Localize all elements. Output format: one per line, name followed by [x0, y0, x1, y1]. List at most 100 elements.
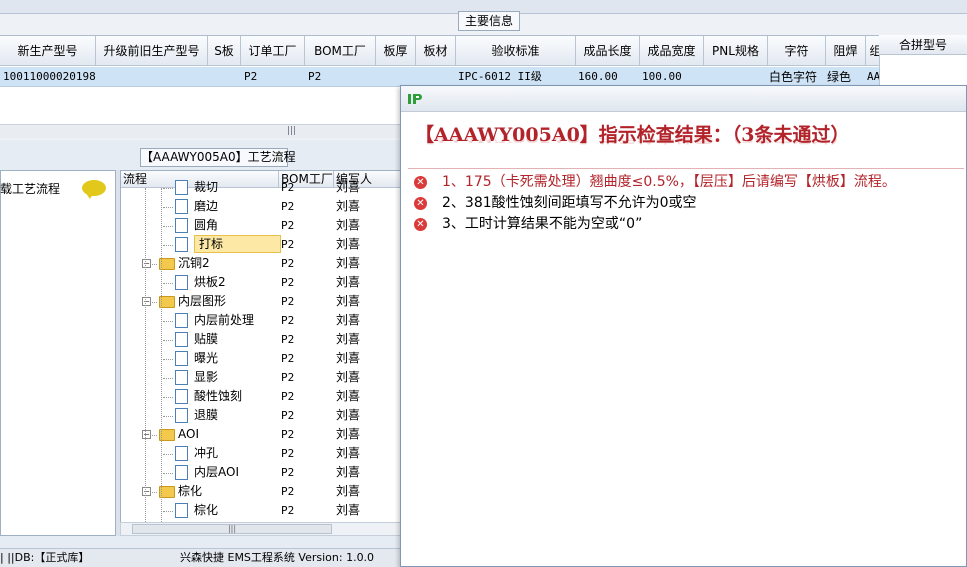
scroll-grip-icon[interactable]: |||	[287, 126, 296, 136]
document-icon	[175, 389, 188, 404]
tree-row-author: 刘喜	[336, 256, 361, 270]
tree-row-bom: P2	[281, 485, 295, 498]
dialog-titlebar[interactable]	[401, 86, 966, 112]
col-header-acceptance[interactable]: 验收标准	[456, 36, 576, 66]
col-header-thickness[interactable]: 板厚	[376, 36, 416, 66]
tree-row[interactable]: − AOI P2 刘喜	[121, 425, 409, 444]
tree-row[interactable]: − 沉铜2 P2 刘喜	[121, 254, 409, 273]
tree-row-author: 刘喜	[336, 446, 361, 460]
tree-connector	[163, 340, 173, 341]
tree-row[interactable]: 冲孔 P2 刘喜	[121, 444, 409, 463]
tree-row-label: 磨边	[194, 199, 219, 213]
tree-row-bom: P2	[281, 409, 295, 422]
col-header-width[interactable]: 成品宽度	[640, 36, 704, 66]
tree-row[interactable]: 裁切 P2 刘喜	[121, 178, 409, 197]
col-header-order-factory[interactable]: 订单工厂	[241, 36, 305, 66]
tree-row[interactable]: 贴膜 P2 刘喜	[121, 330, 409, 349]
collapse-toggle-icon[interactable]: −	[142, 259, 151, 268]
tree-row-label: 圆角	[194, 218, 219, 232]
tree-row-label: 打标	[194, 235, 281, 253]
tree-row-label: 曝光	[194, 351, 219, 365]
tree-row[interactable]: − 内层图形 P2 刘喜	[121, 292, 409, 311]
col-header-char[interactable]: 字符	[768, 36, 826, 66]
tree-row-author: 刘喜	[336, 275, 361, 289]
tree-connector	[163, 454, 173, 455]
document-icon	[175, 313, 188, 328]
tree-row-bom: P2	[281, 219, 295, 232]
error-text: 1、175（卡死需处理）翘曲度≤0.5%，【层压】后请编写【烘板】流程。	[442, 174, 896, 190]
merge-model-header[interactable]: 合拼型号	[879, 35, 967, 55]
col-header-material[interactable]: 板材	[416, 36, 456, 66]
cell-width: 100.00	[642, 70, 682, 83]
main-info-group-title: 主要信息	[458, 11, 520, 31]
tree-row[interactable]: 内层前处理 P2 刘喜	[121, 311, 409, 330]
dialog-heading-reflection: 【AAAWY005A0】指示检查结果：（3条未通过）	[415, 137, 850, 145]
tree-connector	[163, 359, 173, 360]
document-icon	[175, 446, 188, 461]
col-header-extra[interactable]: 组	[866, 36, 879, 66]
tree-row-label: 烘板2	[194, 275, 226, 289]
comment-bubble-tail	[85, 192, 94, 199]
cell-extra: AA	[867, 70, 879, 83]
tree-row-bom: P2	[281, 352, 295, 365]
tree-row-label: 退膜	[194, 408, 219, 422]
tree-row-bom: P2	[281, 371, 295, 384]
tree-row-bom: P2	[281, 428, 295, 441]
main-grid-scrollbar[interactable]	[0, 124, 420, 138]
load-process-flow-label[interactable]: 载工艺流程	[0, 180, 60, 197]
col-header-bom-factory[interactable]: BOM工厂	[305, 36, 376, 66]
error-x-icon: ✕	[414, 197, 427, 210]
tree-row-author: 刘喜	[336, 484, 361, 498]
tree-row-bom: P2	[281, 200, 295, 213]
tree-row-author: 刘喜	[336, 180, 361, 194]
tree-connector	[163, 378, 173, 379]
left-panel	[0, 170, 116, 536]
document-icon	[175, 218, 188, 233]
tree-row-bom: P2	[281, 181, 295, 194]
table-row[interactable]	[0, 67, 879, 87]
status-db: | ||DB:【正式库】	[0, 551, 90, 564]
col-header-s-board[interactable]: S板	[208, 36, 241, 66]
tree-scroll-thumb[interactable]: |||	[132, 524, 332, 534]
col-header-new-model[interactable]: 新生产型号	[0, 36, 96, 66]
tree-row[interactable]: 显影 P2 刘喜	[121, 368, 409, 387]
tree-row[interactable]: 烘板2 P2 刘喜	[121, 273, 409, 292]
cell-solder: 绿色	[827, 70, 852, 84]
dialog-separator	[408, 168, 964, 169]
document-icon	[175, 199, 188, 214]
tree-connector	[163, 416, 173, 417]
tree-row-author: 刘喜	[336, 218, 361, 232]
col-header-length[interactable]: 成品长度	[576, 36, 640, 66]
collapse-toggle-icon[interactable]: −	[142, 430, 151, 439]
tree-connector	[163, 245, 173, 246]
document-icon	[175, 408, 188, 423]
tree-connector	[163, 511, 173, 512]
tree-row-label: 酸性蚀刻	[194, 389, 243, 403]
col-header-old-model[interactable]: 升级前旧生产型号	[96, 36, 208, 66]
collapse-toggle-icon[interactable]: −	[142, 297, 151, 306]
tree-row-bom: P2	[281, 276, 295, 289]
tree-row[interactable]: − 棕化 P2 刘喜	[121, 482, 409, 501]
tree-row[interactable]: 曝光 P2 刘喜	[121, 349, 409, 368]
tree-row-author: 刘喜	[336, 199, 361, 213]
cell-model: 10011000020198	[3, 70, 96, 83]
tree-row-label: 棕化	[194, 503, 219, 517]
tree-row-label: 冲孔	[194, 446, 219, 460]
collapse-toggle-icon[interactable]: −	[142, 487, 151, 496]
col-header-solder[interactable]: 阻焊	[826, 36, 866, 66]
tree-row[interactable]: 棕化 P2 刘喜	[121, 501, 409, 520]
app-logo-icon	[408, 94, 422, 104]
cell-length: 160.00	[578, 70, 618, 83]
tree-row-label: 内层图形	[178, 294, 227, 308]
col-header-pnl[interactable]: PNL规格	[704, 36, 768, 66]
tree-row-bom: P2	[281, 295, 295, 308]
tree-row[interactable]: 退膜 P2 刘喜	[121, 406, 409, 425]
tree-row[interactable]: 内层AOI P2 刘喜	[121, 463, 409, 482]
tree-row[interactable]: 打标 P2 刘喜	[121, 235, 409, 254]
tree-row[interactable]: 磨边 P2 刘喜	[121, 197, 409, 216]
process-tree[interactable]: 流程 BOM工厂 编写人 裁切 P2 刘喜 磨边 P2 刘喜 圆角 P2 刘喜 打标 P2 刘喜 − 沉铜…	[120, 170, 410, 524]
tree-row[interactable]: 圆角 P2 刘喜	[121, 216, 409, 235]
tree-row[interactable]: 酸性蚀刻 P2 刘喜	[121, 387, 409, 406]
cell-acceptance: IPC-6012 II级	[458, 70, 542, 83]
document-icon	[175, 503, 188, 518]
